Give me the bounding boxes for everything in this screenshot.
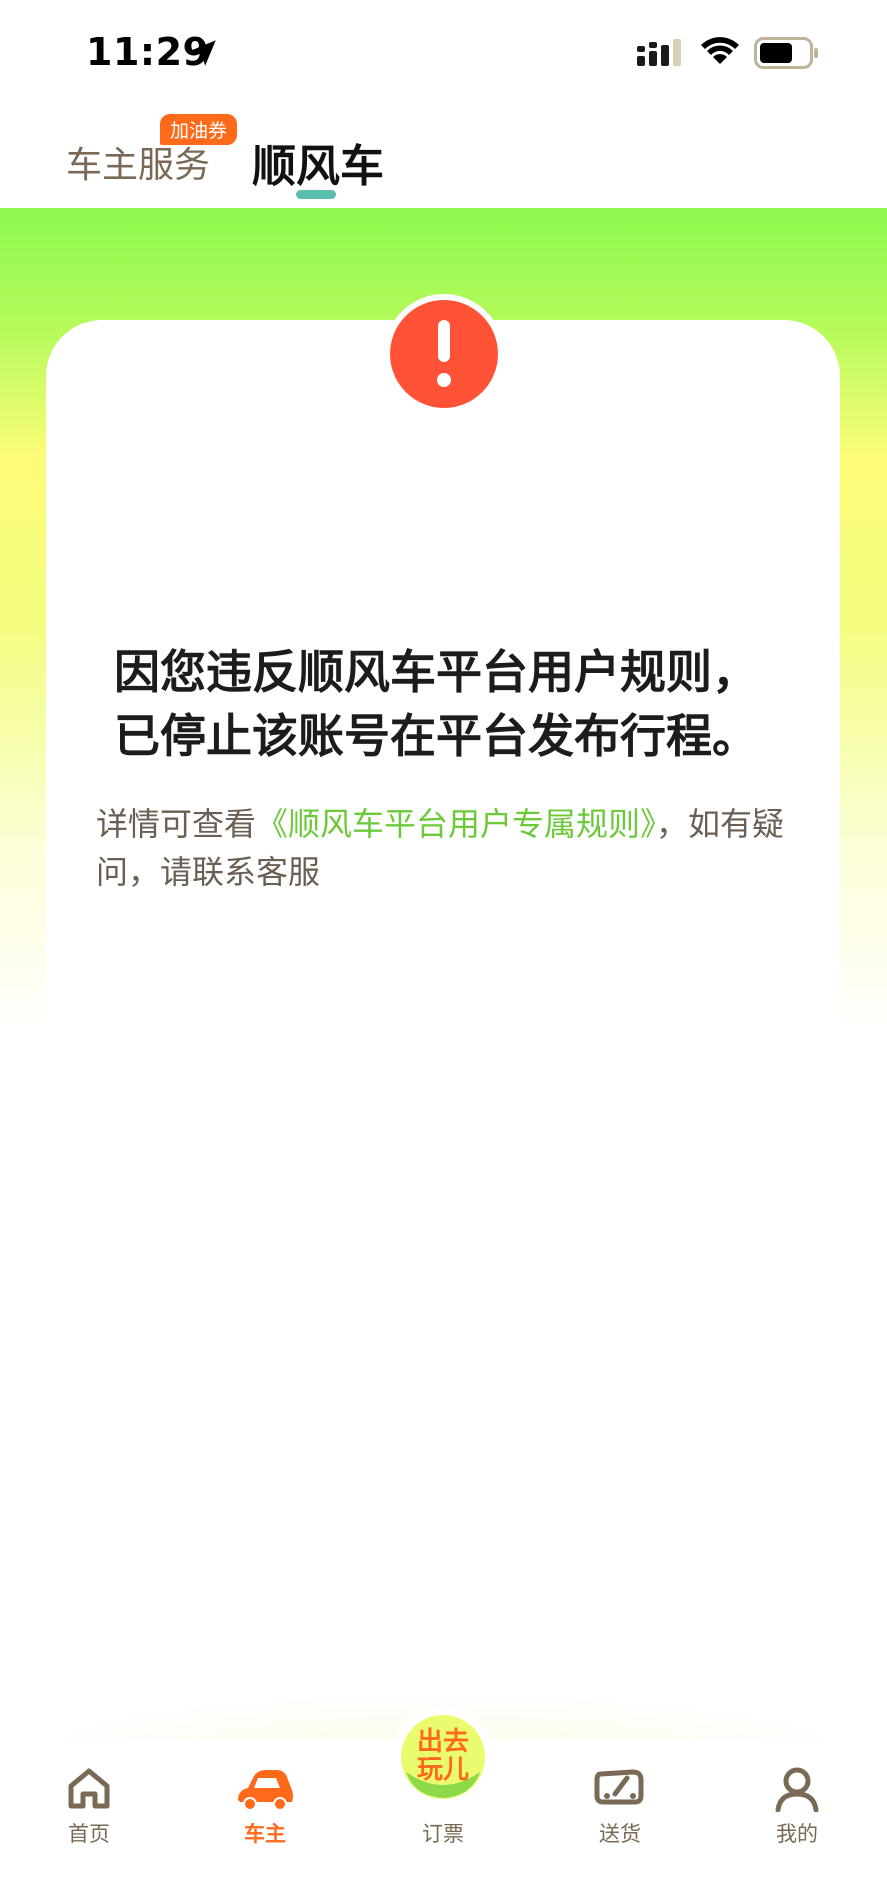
headline-line-1: 因您违反顺风车平台用户规则，: [114, 645, 758, 699]
delivery-truck-icon: [594, 1769, 644, 1805]
battery-icon: [754, 37, 818, 69]
nav-home[interactable]: 首页: [29, 1766, 149, 1876]
promo-text-line2: 玩儿: [417, 1755, 469, 1785]
headline-line-2: 已停止该账号在平台发布行程。: [114, 709, 758, 763]
go-play-promo-icon[interactable]: 出去 玩儿: [392, 1706, 494, 1808]
nav-ticket-label: 订票: [422, 1822, 464, 1846]
nav-delivery[interactable]: 送货: [560, 1766, 680, 1876]
nav-home-label: 首页: [68, 1822, 110, 1846]
notice-card: [46, 320, 840, 1218]
tab-ride-sharing[interactable]: 顺风车: [252, 130, 384, 194]
coupon-badge: 加油券: [160, 114, 238, 145]
home-icon: [68, 1768, 110, 1809]
cellular-signal-icon: [637, 39, 681, 66]
wifi-icon: [701, 37, 739, 64]
alert-exclamation-icon: [384, 294, 504, 414]
promo-text-line1: 出去: [417, 1727, 469, 1757]
car-icon: [238, 1770, 293, 1811]
nav-owner-label: 车主: [244, 1822, 286, 1846]
active-tab-indicator: [296, 190, 336, 199]
status-bar: 11:29: [0, 0, 887, 100]
nav-mine-label: 我的: [776, 1822, 818, 1846]
location-arrow-icon: [190, 40, 216, 66]
profile-icon: [775, 1767, 819, 1812]
ban-headline: 因您违反顺风车平台用户规则， 已停止该账号在平台发布行程。: [114, 640, 794, 768]
nav-mine[interactable]: 我的: [737, 1766, 857, 1876]
top-tabs: 车主服务 加油券 顺风车: [0, 100, 887, 208]
detail-prefix: 详情可查看: [96, 805, 257, 843]
nav-owner[interactable]: 车主: [205, 1766, 325, 1876]
rules-link[interactable]: 《顺风车平台用户专属规则》: [256, 805, 656, 843]
nav-delivery-label: 送货: [599, 1822, 641, 1846]
ban-detail: 详情可查看《顺风车平台用户专属规则》，如有疑问，请联系客服: [96, 800, 796, 896]
